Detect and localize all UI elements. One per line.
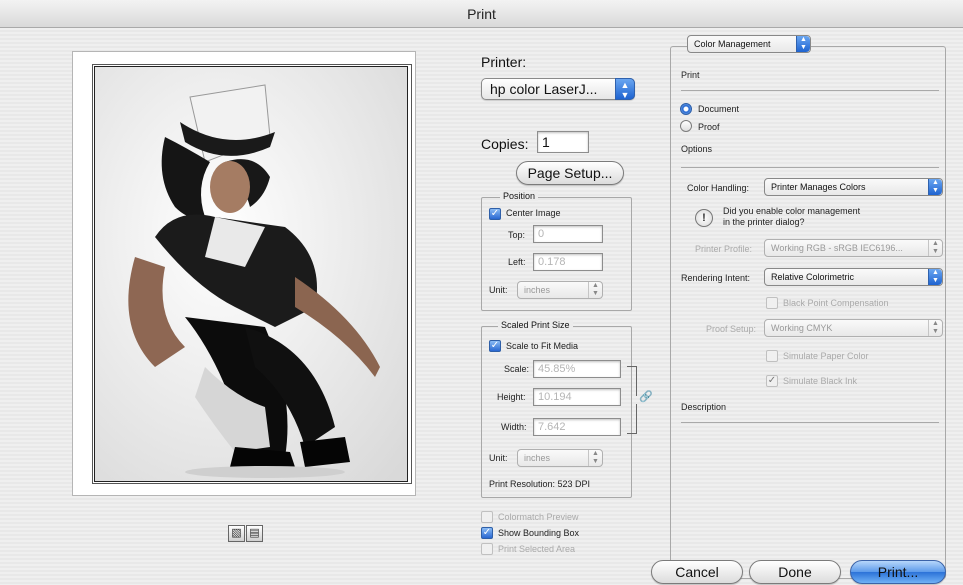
preview-photo[interactable] [94,66,408,482]
color-handling-select[interactable]: Printer Manages Colors ▲ ▼ [764,178,943,196]
simulate-paper-checkbox[interactable] [766,350,778,362]
info-icon: ! [695,209,713,227]
black-point-label: Black Point Compensation [783,298,889,308]
simulate-ink-label: Simulate Black Ink [783,376,858,386]
center-image-checkbox[interactable]: ✓ [489,208,501,220]
rendering-intent-value: Relative Colorimetric [771,272,855,282]
show-bounding-box-label: Show Bounding Box [498,528,580,538]
scaled-unit-select[interactable]: inches ▲ ▼ [517,449,603,467]
portrait-orientation-icon[interactable]: ▧ [228,525,245,542]
cancel-button[interactable]: Cancel [651,560,743,584]
popup-arrows-icon: ▲ ▼ [615,78,635,100]
section-select-value: Color Management [694,39,771,49]
popup-arrows-icon: ▲ ▼ [588,450,602,466]
scaled-print-size-group [481,326,632,498]
printer-profile-select[interactable]: Working RGB - sRGB IEC6196... ▲ ▼ [764,239,943,257]
scale-to-fit-checkbox[interactable]: ✓ [489,340,501,352]
colormatch-preview-checkbox[interactable] [481,511,493,523]
popup-arrows-icon: ▲ ▼ [928,320,942,336]
divider [681,90,939,91]
top-field[interactable]: 0 [533,225,603,243]
popup-arrows-icon: ▲ ▼ [928,269,942,285]
print-selected-area-label: Print Selected Area [498,544,576,554]
printer-label: Printer: [481,54,527,70]
popup-arrows-icon: ▲ ▼ [928,179,942,195]
color-handling-label: Color Handling: [687,183,750,193]
black-point-checkbox[interactable] [766,297,778,309]
position-group-title: Position [500,191,539,201]
position-unit-select[interactable]: inches ▲ ▼ [517,281,603,299]
print-heading: Print [681,70,700,80]
rendering-intent-label: Rendering Intent: [681,273,751,283]
proof-label: Proof [698,122,720,132]
landscape-orientation-icon[interactable]: ▤ [246,525,263,542]
printer-profile-value: Working RGB - sRGB IEC6196... [771,243,903,253]
link-chain-icon[interactable]: 🔗 [639,390,653,403]
window-title: Print [0,0,963,28]
copies-label: Copies: [481,136,529,152]
left-label: Left: [508,257,526,267]
simulate-ink-checkbox[interactable]: ✓ [766,375,778,387]
scaled-unit-value: inches [524,453,551,463]
position-unit-value: inches [524,285,551,295]
width-label: Width: [501,422,527,432]
print-preview-area [72,51,416,496]
left-field[interactable]: 0.178 [533,253,603,271]
description-heading: Description [681,402,727,412]
info-line-1: Did you enable color management [723,206,861,216]
colormatch-preview-label: Colormatch Preview [498,512,579,522]
photo-illustration [95,67,407,481]
position-unit-label: Unit: [489,285,508,295]
popup-arrows-icon: ▲ ▼ [928,240,942,256]
scale-field[interactable]: 45.85% [533,360,621,378]
height-field[interactable]: 10.194 [533,388,621,406]
section-select[interactable]: Color Management ▲ ▼ [687,35,811,53]
printer-profile-label: Printer Profile: [695,244,753,254]
print-dialog-body: ▧ ▤ Printer: hp color LaserJ... ▲ ▼ Copie… [0,28,963,585]
simulate-paper-label: Simulate Paper Color [783,351,869,361]
divider [681,422,939,423]
color-management-panel: Color Management ▲ ▼ Print Document Proof… [670,35,946,579]
scaled-group-title: Scaled Print Size [498,320,573,330]
show-bounding-box-checkbox[interactable]: ✓ [481,527,493,539]
print-button[interactable]: Print... [850,560,946,584]
print-selected-area-checkbox[interactable] [481,543,493,555]
height-label: Height: [497,392,526,402]
options-heading: Options [681,144,713,154]
color-handling-value: Printer Manages Colors [771,182,866,192]
preview-page [92,64,412,484]
proof-setup-label: Proof Setup: [706,324,757,334]
printer-select-value: hp color LaserJ... [490,81,598,97]
proof-radio[interactable] [680,120,692,132]
info-line-2: in the printer dialog? [723,217,805,227]
done-button[interactable]: Done [749,560,841,584]
scaled-unit-label: Unit: [489,453,508,463]
print-resolution-text: Print Resolution: 523 DPI [489,479,591,489]
link-bracket-bottom [627,404,637,434]
proof-setup-select[interactable]: Working CMYK ▲ ▼ [764,319,943,337]
copies-field[interactable]: 1 [537,131,589,153]
width-field[interactable]: 7.642 [533,418,621,436]
divider [681,167,939,168]
page-setup-button[interactable]: Page Setup... [516,161,624,185]
scale-to-fit-label: Scale to Fit Media [506,341,579,351]
document-label: Document [698,104,740,114]
rendering-intent-select[interactable]: Relative Colorimetric ▲ ▼ [764,268,943,286]
scale-label: Scale: [504,364,530,374]
proof-setup-value: Working CMYK [771,323,833,333]
top-label: Top: [508,230,526,240]
popup-arrows-icon: ▲ ▼ [588,282,602,298]
printer-select[interactable]: hp color LaserJ... ▲ ▼ [481,78,635,100]
center-image-label: Center Image [506,208,561,218]
document-radio[interactable] [680,103,692,115]
link-bracket-top [627,366,637,396]
popup-arrows-icon: ▲ ▼ [796,36,810,52]
